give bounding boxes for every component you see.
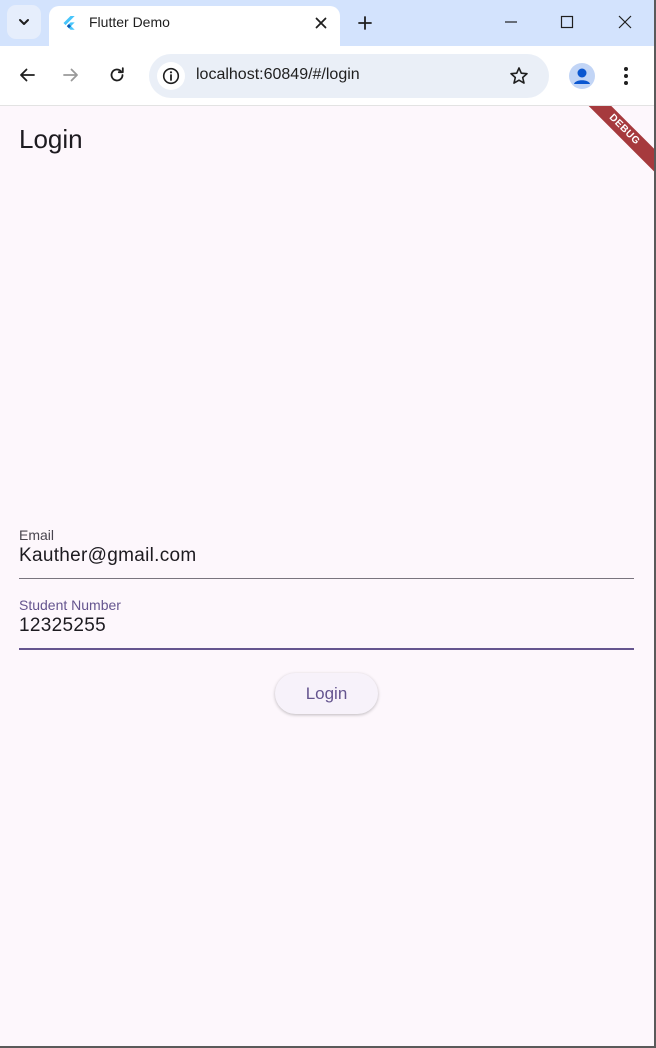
arrow-right-icon: [63, 68, 78, 82]
arrow-left-icon: [20, 68, 35, 82]
tab-flutter-demo[interactable]: Flutter Demo: [49, 6, 340, 46]
profile-button[interactable]: [569, 63, 595, 89]
email-label: Email: [19, 527, 55, 543]
bookmark-button[interactable]: [507, 64, 531, 88]
tab-strip: Flutter Demo: [0, 0, 654, 46]
close-icon: [618, 15, 632, 29]
browser-toolbar: localhost:60849/#/login: [0, 46, 654, 106]
maximize-icon: [560, 15, 574, 29]
email-underline: [19, 578, 634, 579]
login-button[interactable]: Login: [275, 673, 378, 714]
url-text[interactable]: localhost:60849/#/login: [196, 66, 360, 84]
browser-window: Flutter Demo localhost:60849/#/login Log…: [0, 0, 656, 1048]
student-number-input[interactable]: 12325255: [19, 615, 106, 637]
student-number-label: Student Number: [19, 597, 121, 613]
close-icon: [315, 17, 327, 29]
browser-menu-button[interactable]: [614, 62, 638, 90]
maximize-button[interactable]: [553, 8, 581, 36]
plus-icon: [358, 16, 372, 30]
forward-button[interactable]: [57, 61, 85, 89]
window-close-button[interactable]: [611, 8, 639, 36]
address-bar[interactable]: localhost:60849/#/login: [149, 54, 549, 98]
new-tab-button[interactable]: [352, 10, 378, 36]
student-number-field[interactable]: Student Number 12325255: [19, 596, 634, 652]
minimize-icon: [505, 21, 517, 23]
app-content: Login DEBUG Email Kauther@gmail.com Stud…: [0, 106, 654, 1046]
more-vert-icon: [624, 67, 628, 85]
debug-banner: DEBUG: [575, 106, 654, 179]
email-input[interactable]: Kauther@gmail.com: [19, 545, 197, 567]
chevron-down-icon: [19, 19, 29, 25]
tab-close-button[interactable]: [312, 14, 330, 32]
flutter-logo-icon: [63, 16, 75, 30]
back-button[interactable]: [13, 61, 41, 89]
reload-button[interactable]: [103, 61, 131, 89]
person-icon: [574, 68, 590, 84]
site-info-button[interactable]: [157, 62, 185, 90]
page-title: Login: [19, 124, 83, 154]
tab-title: Flutter Demo: [89, 14, 170, 30]
tab-search-button[interactable]: [7, 5, 41, 39]
reload-icon: [110, 67, 124, 82]
star-icon: [510, 67, 528, 84]
info-icon: [162, 67, 180, 85]
email-field[interactable]: Email Kauther@gmail.com: [19, 526, 634, 580]
student-number-underline: [19, 648, 634, 650]
minimize-button[interactable]: [497, 8, 525, 36]
